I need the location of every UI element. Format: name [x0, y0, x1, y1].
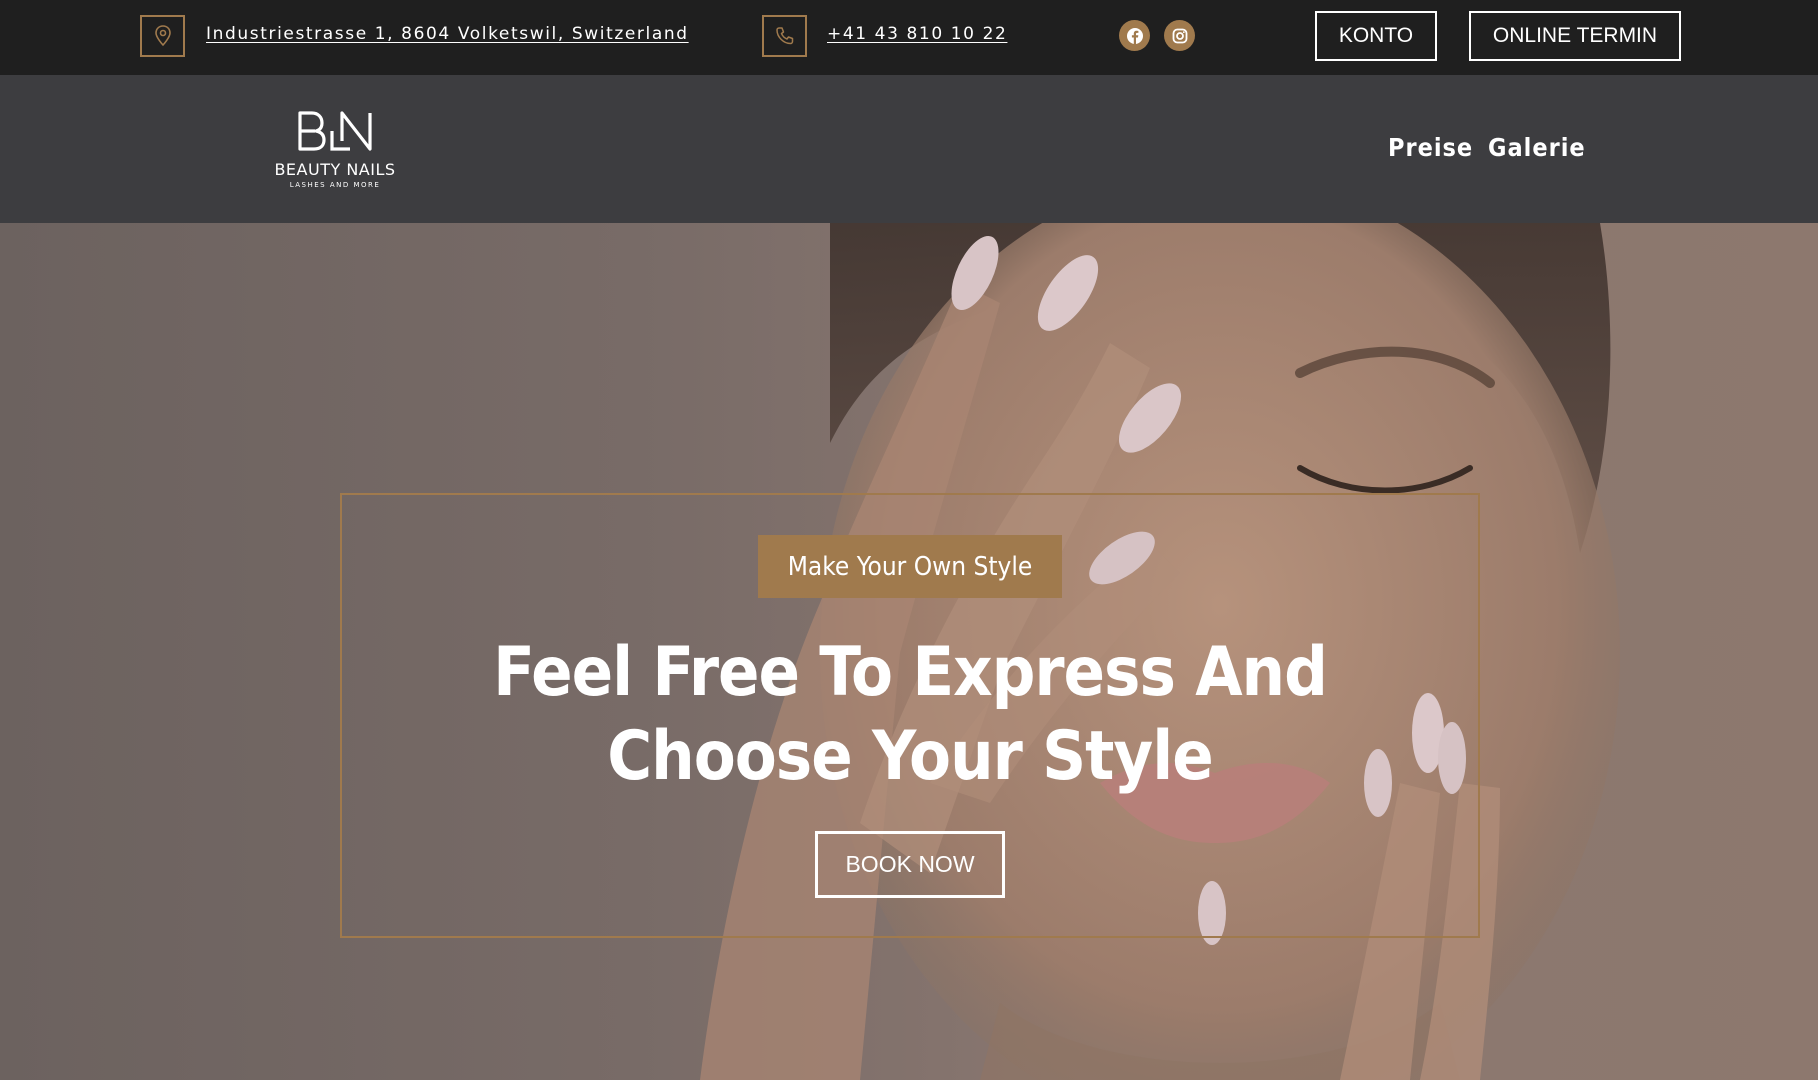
logo-monogram: [298, 111, 372, 151]
nav-item-preise[interactable]: Preise: [1388, 133, 1473, 162]
nav-item-galerie[interactable]: Galerie: [1488, 133, 1586, 162]
facebook-icon: [1126, 27, 1143, 44]
location-pin-box: [140, 15, 185, 57]
site-header: BEAUTY NAILS LASHES AND MORE Preise Gale…: [0, 75, 1818, 223]
logo-name: BEAUTY NAILS: [274, 160, 396, 179]
logo-tagline: LASHES AND MORE: [289, 181, 381, 189]
location-pin-icon: [154, 25, 171, 47]
instagram-icon: [1172, 28, 1187, 43]
instagram-button[interactable]: [1164, 20, 1195, 51]
phone-icon: [775, 27, 793, 45]
account-button[interactable]: KONTO: [1315, 11, 1437, 61]
facebook-button[interactable]: [1119, 20, 1150, 51]
phone-link[interactable]: +41 43 810 10 22: [827, 24, 1007, 44]
hero-section: Make Your Own Style Feel Free To Express…: [0, 223, 1818, 1080]
address-link[interactable]: Industriestrasse 1, 8604 Volketswil, Swi…: [206, 24, 689, 44]
hero-headline: Feel Free To Express And Choose Your Sty…: [493, 633, 1328, 796]
top-bar: Industriestrasse 1, 8604 Volketswil, Swi…: [0, 0, 1818, 75]
online-booking-button[interactable]: ONLINE TERMIN: [1469, 11, 1681, 61]
hero-tagline-badge: Make Your Own Style: [758, 535, 1062, 598]
logo[interactable]: BEAUTY NAILS LASHES AND MORE: [258, 105, 412, 190]
phone-box: [762, 15, 807, 57]
book-now-button[interactable]: BOOK NOW: [815, 831, 1005, 898]
